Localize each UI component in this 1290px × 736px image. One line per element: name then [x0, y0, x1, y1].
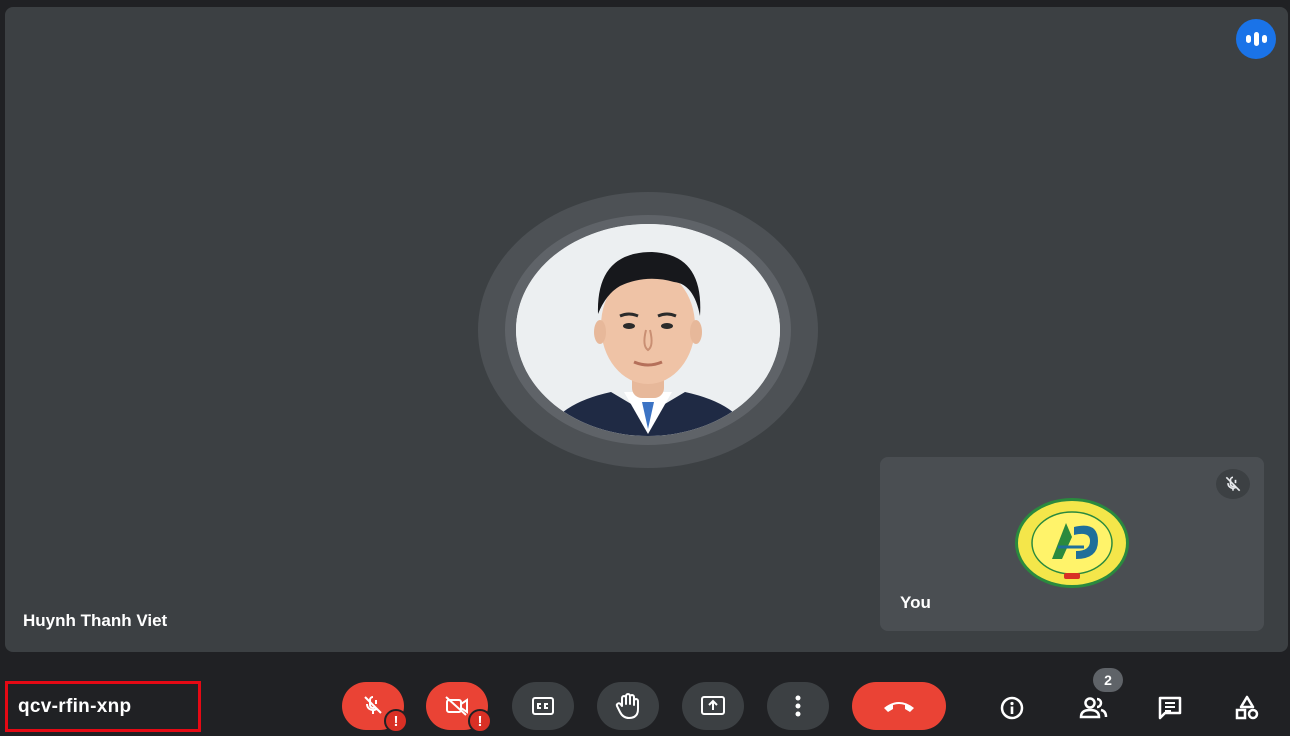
- mic-toggle-button[interactable]: !: [342, 682, 408, 733]
- mic-warning-badge: !: [384, 709, 408, 733]
- closed-captions-icon: [532, 697, 554, 715]
- camera-warning-badge: !: [468, 709, 492, 733]
- activities-button[interactable]: [1225, 686, 1269, 730]
- mic-off-icon: [1216, 469, 1250, 499]
- people-icon: [1079, 697, 1108, 719]
- meeting-code-box[interactable]: qcv-rfin-xnp: [5, 681, 201, 732]
- captions-button[interactable]: [512, 682, 574, 730]
- meeting-info-button[interactable]: [990, 686, 1034, 730]
- speaker-avatar: [516, 224, 780, 436]
- camera-toggle-button[interactable]: !: [426, 682, 492, 733]
- hand-icon: [615, 693, 639, 719]
- present-button[interactable]: [682, 682, 744, 730]
- speaking-indicator-icon[interactable]: [1236, 19, 1276, 59]
- self-video-tile[interactable]: You: [880, 457, 1264, 631]
- main-video-stage: Huynh Thanh Viet You: [5, 7, 1288, 652]
- camera-off-icon: [445, 696, 468, 716]
- people-button[interactable]: [1071, 686, 1115, 730]
- present-screen-icon: [701, 696, 725, 715]
- meeting-code: qcv-rfin-xnp: [18, 695, 132, 717]
- more-options-button[interactable]: [767, 682, 829, 730]
- chat-icon: [1158, 696, 1182, 720]
- school-logo-icon: [1014, 497, 1130, 589]
- raise-hand-button[interactable]: [597, 682, 659, 730]
- person-photo-icon: [516, 224, 780, 436]
- self-name: You: [900, 593, 931, 612]
- speaker-name: Huynh Thanh Viet: [23, 611, 168, 630]
- mic-off-icon: [364, 696, 382, 714]
- activities-icon: [1235, 695, 1259, 720]
- info-icon: [1000, 696, 1024, 720]
- more-vert-icon: [795, 695, 801, 717]
- leave-call-button[interactable]: [852, 682, 946, 730]
- end-call-icon: [884, 702, 914, 712]
- chat-button[interactable]: [1148, 686, 1192, 730]
